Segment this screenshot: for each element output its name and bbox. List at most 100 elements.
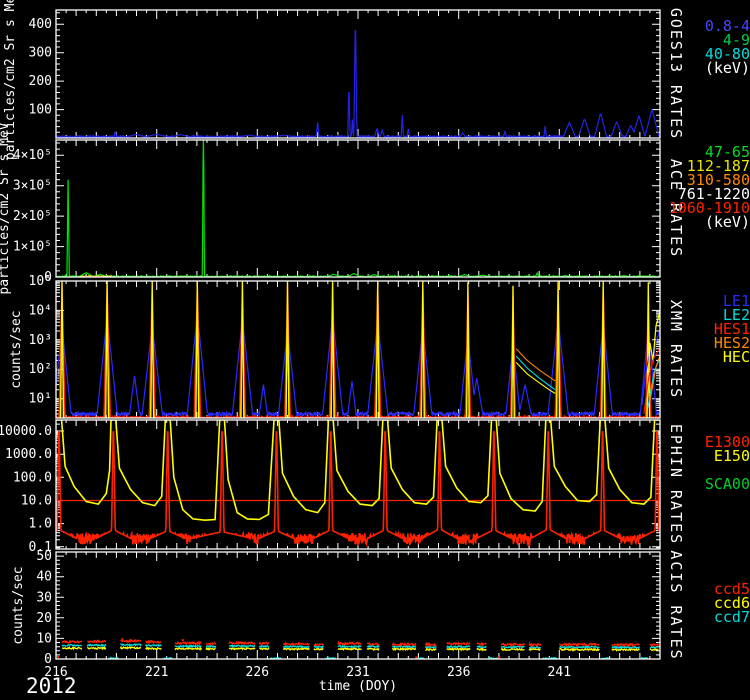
series-acis-ccds-1	[338, 646, 362, 648]
series-acis-ccds-1	[367, 646, 379, 647]
series-ace-47-65	[56, 140, 660, 277]
series-acis-ccds-0	[392, 643, 416, 645]
series-xmm-le2-decay	[516, 356, 555, 390]
series-acis-ccds-0	[206, 643, 216, 645]
y-tick-label: 10⁴	[29, 303, 52, 318]
series-acis-ccds-0	[650, 644, 659, 646]
panel-right-label-acis: ACIS RATES	[667, 550, 685, 660]
series-acis-ccds-2	[338, 648, 362, 650]
series-acis-ccds-1	[650, 647, 659, 648]
series-acis-ccds-0	[367, 643, 379, 645]
y-tick-label: 10⁵	[29, 274, 52, 289]
series-acis-ccd5-dots	[121, 638, 123, 640]
x-axis-label: time (DOY)	[258, 679, 458, 694]
panel-frame-ephin	[56, 420, 660, 549]
series-acis-ccds-0	[529, 644, 541, 646]
series-acis-ccds-1	[284, 646, 310, 647]
series-acis-ccds-2	[367, 648, 379, 650]
soe-radiation-rates-plot: 100200300400particles/cm2 Sr s MeVGOES13…	[0, 0, 750, 700]
series-acis-ccds-2	[146, 648, 162, 650]
y-tick-label: 2×10⁵	[13, 209, 52, 224]
series-acis-ccds-2	[477, 649, 487, 651]
series-acis-ccd5-dots	[57, 656, 59, 658]
series-acis-ccds-0	[284, 643, 310, 645]
series-acis-ccds-2	[120, 647, 141, 649]
series-acis-ccds-2	[529, 649, 541, 651]
series-acis-ccds-2	[62, 647, 82, 649]
legend-item-SCA00: SCA00	[705, 475, 750, 493]
axis-ticks	[56, 10, 660, 138]
y-tick-label: 300	[29, 46, 52, 61]
legend-item-E150: E150	[714, 447, 750, 465]
series-acis-ccds-2	[559, 649, 599, 651]
axis-ticks	[56, 420, 660, 549]
panel-series-xmm	[56, 281, 660, 418]
series-acis-ccds-2	[87, 648, 106, 650]
series-acis-ccds-0	[477, 643, 487, 645]
series-acis-ccds-0	[175, 642, 202, 644]
series-acis-ccds-2	[612, 649, 640, 651]
plot-canvas: 100200300400particles/cm2 Sr s MeVGOES13…	[0, 0, 750, 700]
legend-item-(keV): (keV)	[705, 59, 750, 77]
series-acis-ccds-1	[612, 647, 640, 648]
y-axis-title: counts/sec	[9, 310, 24, 388]
y-axis-title: particles/cm2 Sr s MeV	[0, 122, 12, 294]
series-acis-ccds-2	[284, 648, 310, 650]
series-acis-ccds-1	[314, 646, 324, 647]
series-acis-ccd5-dots	[498, 657, 500, 659]
series-acis-ccds-2	[229, 648, 255, 650]
y-tick-label: 1000.0	[5, 447, 52, 462]
y-tick-label: 20	[36, 611, 52, 626]
series-acis-ccds-2	[447, 648, 471, 650]
series-acis-ccd5-dots	[415, 656, 417, 658]
series-acis-ccds-1	[425, 646, 436, 647]
panel-series-ephin	[56, 420, 660, 545]
series-acis-ccds-0	[447, 643, 471, 645]
series-goes-0.8-4	[56, 31, 660, 138]
x-tick-label: 231	[346, 665, 369, 680]
y-tick-label: 1.0	[29, 517, 52, 532]
panel-right-label-xmm: XMM RATES	[667, 300, 685, 399]
series-acis-ccds-2	[650, 649, 659, 650]
y-tick-label: 1×10⁵	[13, 240, 52, 255]
panel-frame-xmm	[56, 281, 660, 418]
series-acis-ccds-1	[229, 645, 255, 647]
series-acis-ccds-2	[392, 648, 416, 650]
series-acis-ccds-1	[206, 646, 216, 647]
series-acis-ccds-1	[559, 646, 599, 647]
legend-item-(keV): (keV)	[705, 213, 750, 231]
y-tick-label: 10³	[29, 333, 52, 348]
series-acis-ccds-1	[259, 646, 269, 647]
panel-series-ace	[56, 140, 660, 277]
series-acis-ccds-0	[612, 644, 640, 646]
y-tick-label: 10	[36, 631, 52, 646]
x-tick-label: 221	[145, 665, 168, 680]
series-acis-ccds-0	[338, 643, 362, 645]
panel-series-goes13	[56, 31, 660, 138]
series-ephin-e150	[56, 420, 660, 520]
series-acis-ccds-0	[62, 641, 82, 643]
series-acis-ccds-0	[120, 640, 141, 642]
axis-ticks	[56, 140, 660, 277]
year-label: 2012	[26, 674, 77, 698]
series-acis-ccds-0	[314, 644, 324, 646]
series-acis-ccds-0	[87, 641, 106, 643]
series-acis-ccds-2	[425, 649, 436, 651]
series-acis-ccds-2	[206, 648, 216, 650]
y-tick-label: 40	[36, 570, 52, 585]
series-acis-ccd5-dots	[182, 639, 184, 641]
y-tick-label: 10¹	[29, 392, 52, 407]
series-acis-ccds-1	[120, 644, 141, 645]
series-acis-ccds-1	[447, 646, 471, 647]
y-tick-label: 30	[36, 590, 52, 605]
series-acis-ccds-1	[87, 645, 106, 646]
series-acis-ccds-1	[392, 646, 416, 647]
y-tick-label: 10²	[29, 362, 52, 377]
series-acis-ccds-0	[146, 641, 162, 643]
x-tick-label: 236	[447, 665, 470, 680]
y-tick-label: 10.0	[21, 494, 52, 509]
y-tick-label: 200	[29, 74, 52, 89]
series-acis-ccds-1	[477, 646, 487, 647]
y-tick-label: 3×10⁵	[13, 179, 52, 194]
series-acis-ccds-2	[501, 649, 525, 651]
